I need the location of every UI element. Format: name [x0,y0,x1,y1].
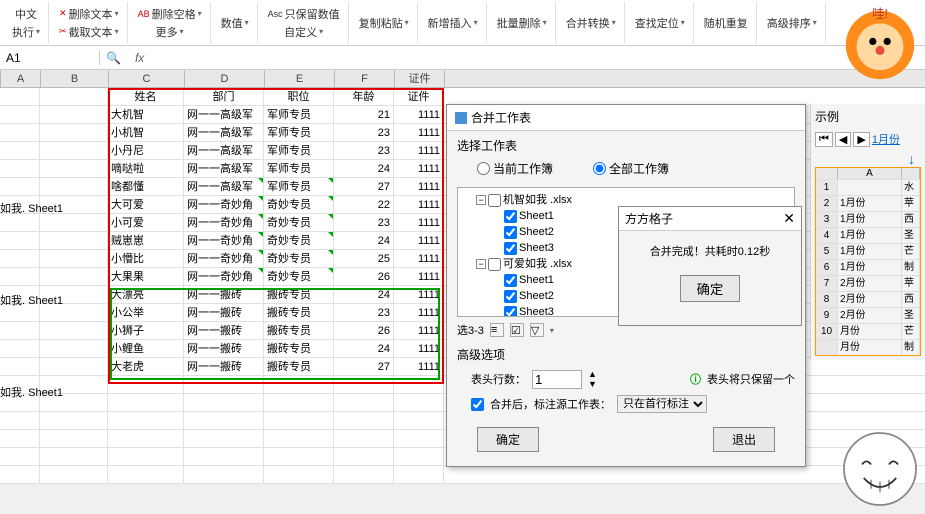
rp-title: 示例 [815,108,921,125]
rp-row[interactable]: 月份制 [816,339,920,355]
mark-select[interactable]: 只在首行标注 [617,395,707,413]
tb-grp-5: 复制粘贴▾ [351,2,418,43]
tb-grp-8: 合并转换▾ [558,2,625,43]
svg-text:哇!: 哇! [872,7,888,21]
rp-row[interactable]: 1水 [816,179,920,195]
nav-prev[interactable]: ◀ [835,132,851,147]
adv-label: 高级选项 [457,346,795,363]
header-rows-label: 表头行数： [471,371,526,387]
col-D[interactable]: D [185,70,265,87]
tb-more[interactable]: 更多▾ [154,23,186,41]
fx-icon[interactable]: fx [127,51,152,65]
rp-row[interactable]: 51月份芒 [816,243,920,259]
sub-ok-button[interactable]: 确定 [680,275,741,302]
formula-input[interactable] [152,50,925,65]
tb-merge[interactable]: 合并转换▾ [564,14,618,32]
tb-batchdel[interactable]: 批量删除▾ [495,14,549,32]
col-B[interactable]: B [41,70,109,87]
tb-copypaste[interactable]: 复制粘贴▾ [357,14,411,32]
rp-row[interactable]: 31月份西 [816,211,920,227]
tb-grp-3: 数值▾ [213,2,258,43]
filter-icon[interactable]: ▽ [530,323,544,337]
left-labels: 如我. Sheet1 如我. Sheet1 如我. Sheet1 [0,200,63,476]
col-C[interactable]: C [109,70,185,87]
rp-row[interactable]: 72月份苹 [816,275,920,291]
rp-table: A 1水21月份苹31月份西41月份圣51月份芒61月份制72月份苹82月份西9… [815,167,921,356]
formula-bar: A1 🔍 fx [0,46,925,70]
sel-count: 选3-3 [457,322,484,338]
column-headers: A B C D E F 证件 [0,70,925,88]
info-icon: ⓘ [690,371,701,387]
tb-deltext[interactable]: ✕删除文本▾ [57,5,121,23]
tb-grp-9: 查找定位▾ [627,2,694,43]
rp-row[interactable]: 82月份西 [816,291,920,307]
col-A[interactable]: A [1,70,41,87]
tb-grp-0: 中文 执行▾ [4,2,49,43]
name-box[interactable]: A1 [0,51,100,65]
rp-row[interactable]: 92月份圣 [816,307,920,323]
tb-grp-4: Asc只保留数值 自定义▾ [260,2,349,43]
spin-up[interactable]: ▲ [588,369,597,379]
tb-random[interactable]: 随机重复 [702,14,750,32]
rp-col-A[interactable]: A [838,168,902,179]
left-label-2: 如我. Sheet1 [0,384,63,400]
left-label-1: 如我. Sheet1 [0,292,63,308]
tb-custom[interactable]: 自定义▾ [282,23,325,41]
radio-all[interactable]: 全部工作簿 [593,160,669,177]
down-arrow-icon: ↓ [815,151,921,167]
radio-current[interactable]: 当前工作簿 [477,160,553,177]
rp-row[interactable]: 10月份芒 [816,323,920,339]
tb-insert[interactable]: 新增插入▾ [426,14,480,32]
nav-first[interactable]: ⏮ [815,132,833,147]
list-icon[interactable]: ≡ [490,323,504,337]
rp-tab[interactable]: 1月份 [872,131,900,147]
tb-sort[interactable]: 高级排序▾ [765,14,819,32]
tb-grp-2: AB删除空格▾ 更多▾ [130,2,211,43]
cancel-button[interactable]: 退出 [713,427,775,452]
checkall-icon[interactable]: ☑ [510,323,524,337]
example-panel: 示例 ⏮ ◀ ▶ 1月份 ↓ A 1水21月份苹31月份西41月份圣51月份芒6… [810,104,925,360]
ribbon-toolbar: 中文 执行▾ ✕删除文本▾ ✂截取文本▾ AB删除空格▾ 更多▾ 数值▾ Asc… [0,0,925,46]
sub-title-text: 方方格子 [625,210,673,227]
tb-number[interactable]: 数值▾ [219,14,251,32]
rp-row[interactable]: 41月份圣 [816,227,920,243]
header-hint: 表头将只保留一个 [707,371,795,387]
rp-row[interactable]: 61月份制 [816,259,920,275]
mark-label: 合并后，标注源工作表： [490,396,611,412]
tb-grp-1: ✕删除文本▾ ✂截取文本▾ [51,2,128,43]
close-icon[interactable]: ✕ [783,210,795,227]
tb-cuttext[interactable]: ✂截取文本▾ [57,23,121,41]
laugh-mascot [835,424,925,514]
tb-chinese[interactable]: 中文 [13,5,39,23]
mark-checkbox[interactable] [471,398,484,411]
dialog-title: 合并工作表 [447,105,805,131]
tb-delspace[interactable]: AB删除空格▾ [136,5,204,23]
nav-next[interactable]: ▶ [853,132,869,147]
header-rows-input[interactable] [532,370,582,389]
tb-find[interactable]: 查找定位▾ [633,14,687,32]
col-F[interactable]: F [335,70,395,87]
ok-button[interactable]: 确定 [477,427,539,452]
tb-grp-11: 高级排序▾ [759,2,826,43]
rp-row[interactable]: 21月份苹 [816,195,920,211]
col-G[interactable]: 证件 [395,70,445,87]
col-E[interactable]: E [265,70,335,87]
spin-down[interactable]: ▼ [588,379,597,389]
result-dialog: 方方格子 ✕ 合并完成！共耗时0.12秒 确定 [618,206,802,326]
tb-keepnum[interactable]: Asc只保留数值 [266,5,342,23]
left-label-0: 如我. Sheet1 [0,200,63,216]
tb-grp-10: 随机重复 [696,2,757,43]
lion-mascot: 哇! [835,0,925,90]
result-msg: 合并完成！共耗时0.12秒 [627,243,793,259]
select-label: 选择工作表 [457,137,795,154]
tb-exec[interactable]: 执行▾ [10,23,42,41]
tb-grp-6: 新增插入▾ [420,2,487,43]
search-icon[interactable]: 🔍 [100,51,127,65]
tb-grp-7: 批量删除▾ [489,2,556,43]
